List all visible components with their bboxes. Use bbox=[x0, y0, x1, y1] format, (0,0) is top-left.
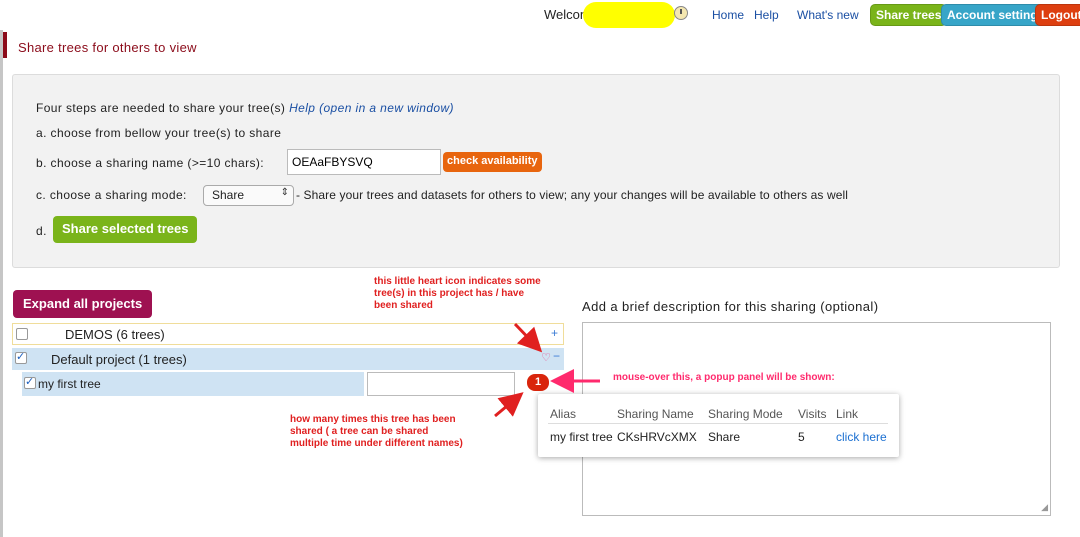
annotation-arrows bbox=[494, 322, 600, 418]
count-arrow bbox=[494, 392, 524, 418]
heart-arrow bbox=[513, 322, 543, 353]
